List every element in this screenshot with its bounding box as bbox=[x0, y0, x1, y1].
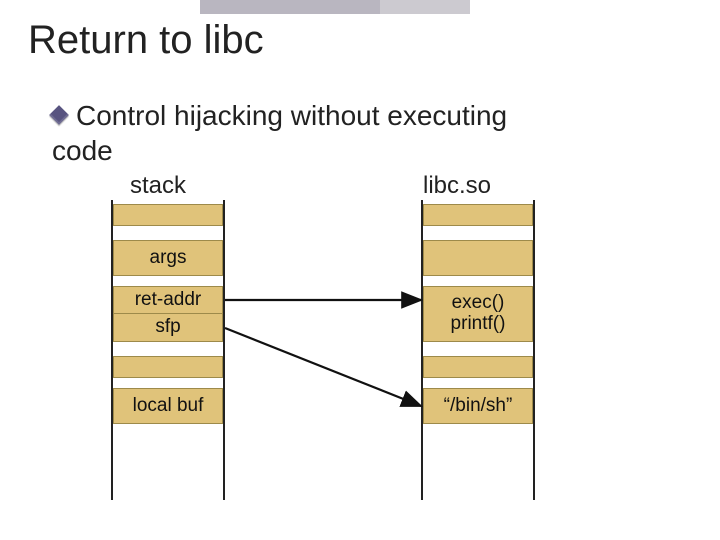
stack-cell-sfp: sfp bbox=[113, 314, 223, 342]
bullet-text-line1: Control hijacking without executing bbox=[76, 100, 507, 131]
diamond-icon bbox=[49, 105, 69, 125]
libc-cell-empty-2 bbox=[423, 240, 533, 276]
arrows-overlay bbox=[0, 0, 720, 540]
libc-cell-exec-printf: exec() printf() bbox=[423, 286, 533, 342]
stack-cell-local-buf: local buf bbox=[113, 388, 223, 424]
arrow-sfp-to-binsh bbox=[225, 328, 421, 406]
stack-cell-empty-mid bbox=[113, 356, 223, 378]
libc-column: exec() printf() “/bin/sh” bbox=[421, 200, 535, 500]
libc-cell-empty-mid bbox=[423, 356, 533, 378]
libc-label: libc.so bbox=[423, 172, 491, 200]
libc-border-right bbox=[533, 200, 535, 500]
stack-cell-args: args bbox=[113, 240, 223, 276]
libc-cell-binsh: “/bin/sh” bbox=[423, 388, 533, 424]
stack-label: stack bbox=[130, 172, 186, 200]
stack-border-right bbox=[223, 200, 225, 500]
bullet-text-line2: code bbox=[52, 133, 672, 168]
stack-cell-empty-top bbox=[113, 204, 223, 226]
libc-cell-empty-top bbox=[423, 204, 533, 226]
decorative-bar-light bbox=[380, 0, 470, 14]
decorative-bar-dark bbox=[200, 0, 380, 14]
libc-exec-label: exec() bbox=[452, 292, 505, 313]
stack-cell-ret-addr: ret-addr bbox=[113, 286, 223, 314]
stack-column: args ret-addr sfp local buf bbox=[111, 200, 225, 500]
slide-title: Return to libc bbox=[28, 18, 264, 63]
bullet-item: Control hijacking without executing code bbox=[52, 98, 672, 168]
libc-printf-label: printf() bbox=[451, 313, 506, 334]
